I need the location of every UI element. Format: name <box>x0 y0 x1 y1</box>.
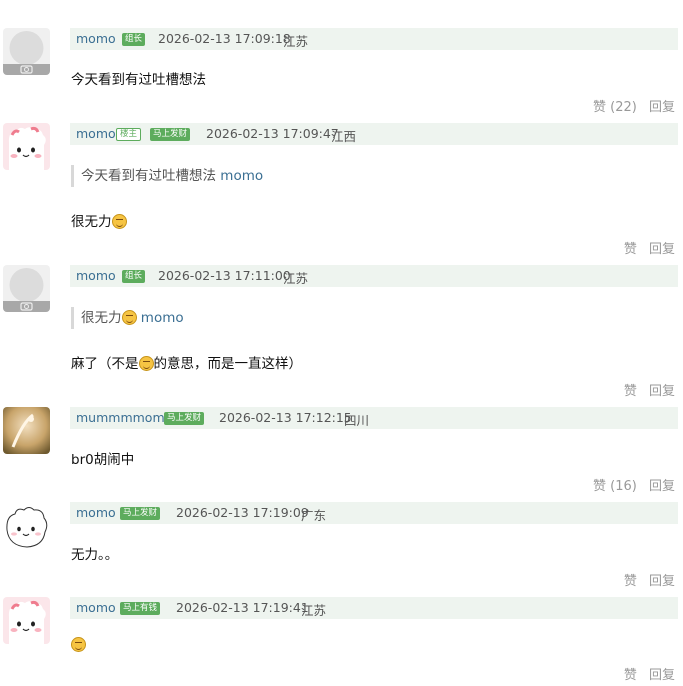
quoted-reply: 很无力 momo <box>71 307 184 329</box>
astonished-emoji-icon <box>71 637 86 652</box>
username-link[interactable]: mummmmom <box>76 410 165 425</box>
comment-text: 今天看到有过吐槽想法 <box>71 72 206 88</box>
location: 四川 <box>344 413 370 428</box>
location: 江苏 <box>283 271 309 286</box>
comment-item: momo 楼主 马上发财 2026-02-13 17:09:47 江西 今天看到… <box>0 123 683 258</box>
comment-header: momo 楼主 马上发财 2026-02-13 17:09:47 江西 <box>70 123 678 145</box>
role-badge: 组长 <box>122 33 146 46</box>
reply-button[interactable]: 回复 <box>649 384 675 399</box>
username-link[interactable]: momo <box>76 600 116 615</box>
comment-header: momo 组长 2026-02-13 17:09:18 江苏 <box>70 28 678 50</box>
quote-text: 很无力 <box>81 310 122 326</box>
reply-button[interactable]: 回复 <box>649 100 675 115</box>
username-link[interactable]: momo <box>76 268 116 283</box>
location: 江苏 <box>301 603 327 618</box>
comment-item: mummmmom 马上发财 2026-02-13 17:12:15 四川 br0… <box>0 407 683 497</box>
reply-button[interactable]: 回复 <box>649 574 675 589</box>
location: 江西 <box>331 129 357 144</box>
username-link[interactable]: momo <box>76 505 116 520</box>
like-button[interactable]: 赞 <box>624 668 637 683</box>
role-badge: 组长 <box>122 270 146 283</box>
comment-item: momo 马上发财 2026-02-13 17:19:09 广东 无力。。 赞 … <box>0 502 683 592</box>
comment-item: momo 马上有钱 2026-02-13 17:19:41 江苏 赞 回复 <box>0 597 683 686</box>
grin-emoji-icon <box>111 214 127 229</box>
comment-actions: 赞 (22) 回复 <box>585 96 675 115</box>
quoted-reply: 今天看到有过吐槽想法 momo <box>71 165 263 187</box>
like-button[interactable]: 赞 <box>624 384 637 399</box>
role-badge: 马上发财 <box>120 507 161 520</box>
quote-author-link[interactable]: momo <box>220 168 263 184</box>
location: 广东 <box>301 508 327 523</box>
timestamp: 2026-02-13 17:09:47 <box>206 126 339 141</box>
comment-actions: 赞 回复 <box>616 570 675 589</box>
reply-button[interactable]: 回复 <box>649 242 675 257</box>
reply-button[interactable]: 回复 <box>649 479 675 494</box>
comment-item: momo 组长 2026-02-13 17:11:00 江苏 很无力 momo … <box>0 265 683 400</box>
grin-emoji-icon <box>121 310 137 325</box>
timestamp: 2026-02-13 17:19:41 <box>176 600 309 615</box>
quote-author-link[interactable]: momo <box>141 310 184 326</box>
username-link[interactable]: momo <box>76 31 116 46</box>
comment-text: 无力。。 <box>71 547 119 563</box>
timestamp: 2026-02-13 17:09:18 <box>158 31 291 46</box>
photo-avatar[interactable] <box>3 407 50 454</box>
role-badge: 马上发财 <box>164 412 205 425</box>
role-badge: 马上发财 <box>150 128 191 141</box>
like-button[interactable]: 赞 <box>624 242 637 257</box>
smile-emoji-icon <box>138 356 154 371</box>
op-badge: 楼主 <box>116 128 142 141</box>
pink-creature-avatar[interactable] <box>3 123 50 170</box>
location: 江苏 <box>283 34 309 49</box>
pink-creature-avatar[interactable] <box>3 597 50 644</box>
like-button[interactable]: 赞 (22) <box>593 100 637 115</box>
comment-text: 很无力 <box>71 210 127 230</box>
timestamp: 2026-02-13 17:19:09 <box>176 505 309 520</box>
timestamp: 2026-02-13 17:11:00 <box>158 268 291 283</box>
comment-actions: 赞 回复 <box>616 664 675 683</box>
username-link[interactable]: momo <box>76 126 116 141</box>
comment-header: momo 马上发财 2026-02-13 17:19:09 广东 <box>70 502 678 524</box>
comment-actions: 赞 (16) 回复 <box>585 475 675 494</box>
comment-actions: 赞 回复 <box>616 238 675 257</box>
comment-header: momo 马上有钱 2026-02-13 17:19:41 江苏 <box>70 597 678 619</box>
default-avatar-icon[interactable] <box>3 28 50 75</box>
quote-text: 今天看到有过吐槽想法 <box>81 168 216 184</box>
default-avatar-icon[interactable] <box>3 265 50 312</box>
comment-text <box>71 637 86 653</box>
comment-header: mummmmom 马上发财 2026-02-13 17:12:15 四川 <box>70 407 678 429</box>
comment-text: 麻了（不是 的意思，而是一直这样） <box>71 356 302 372</box>
comment-actions: 赞 回复 <box>616 380 675 399</box>
white-creature-avatar[interactable] <box>3 502 50 549</box>
comment-item: momo 组长 2026-02-13 17:09:18 江苏 今天看到有过吐槽想… <box>0 28 683 118</box>
like-button[interactable]: 赞 (16) <box>593 479 637 494</box>
reply-button[interactable]: 回复 <box>649 668 675 683</box>
like-button[interactable]: 赞 <box>624 574 637 589</box>
comment-header: momo 组长 2026-02-13 17:11:00 江苏 <box>70 265 678 287</box>
timestamp: 2026-02-13 17:12:15 <box>219 410 352 425</box>
comment-text: br0胡闹中 <box>71 452 135 468</box>
role-badge: 马上有钱 <box>120 602 161 615</box>
